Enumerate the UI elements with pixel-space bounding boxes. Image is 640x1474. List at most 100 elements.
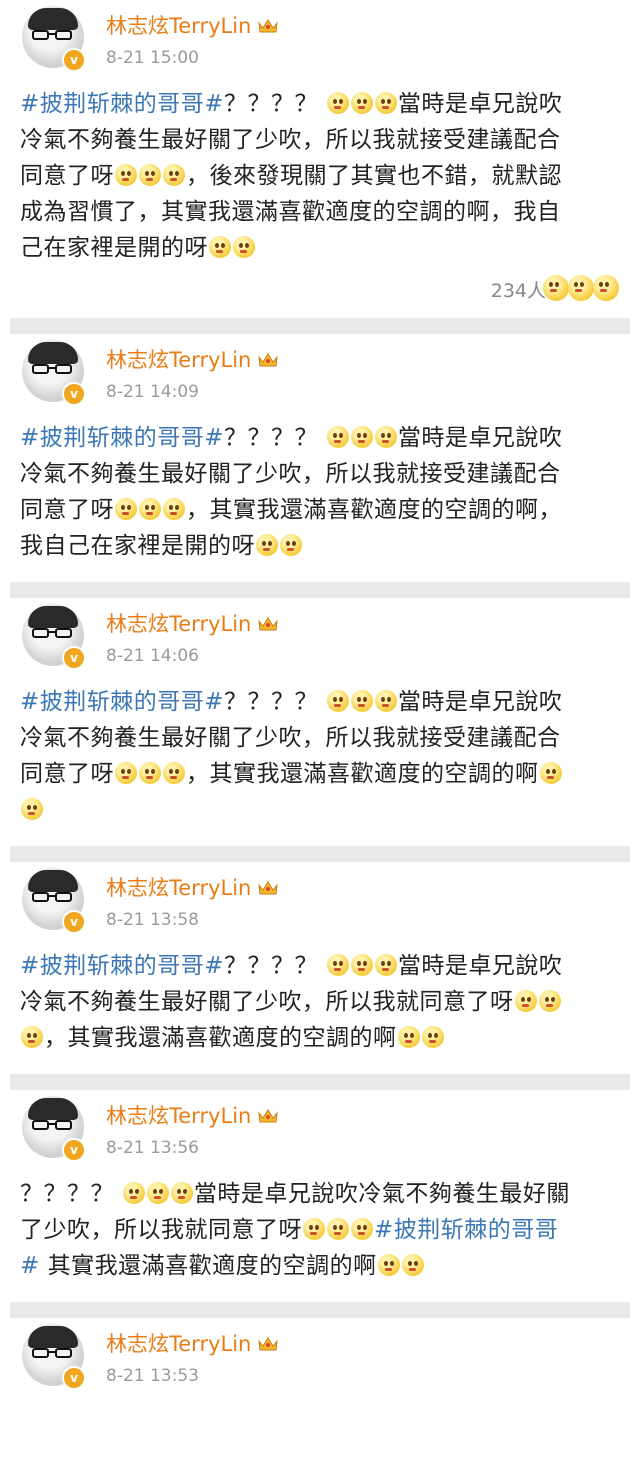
- avatar-glasses: [32, 364, 72, 374]
- thinking-emoji-icon: [539, 762, 562, 784]
- hashtag-link[interactable]: #披荆斩棘的哥哥#: [20, 91, 224, 117]
- post-bottom-space: [0, 1056, 640, 1074]
- crown-icon: [257, 350, 279, 368]
- text-line: 同意了呀 ，其實我還滿喜歡適度的空調的啊，: [20, 492, 624, 528]
- post-time: 8-21 14:06: [106, 646, 199, 666]
- avatar-hair: [28, 606, 78, 628]
- thinking-emoji-icon: [350, 690, 373, 712]
- author-name[interactable]: 林志炫TerryLin: [106, 872, 279, 902]
- author-name-text: 林志炫TerryLin: [106, 1332, 252, 1356]
- verified-badge-icon: v: [62, 646, 86, 670]
- post-header: v 林志炫TerryLin 8-21 13:53: [0, 1318, 640, 1404]
- text-segment: 當時是卓兄說吹冷氣不夠養生最好關: [193, 1181, 570, 1207]
- post-header: v 林志炫TerryLin 8-21 13:58: [0, 862, 640, 948]
- text-line: #披荆斩棘的哥哥#？？？？ 當時是卓兄說吹: [20, 948, 624, 984]
- text-line: 成為習慣了，其實我還滿喜歡適度的空調的啊，我自: [20, 194, 624, 230]
- post-text: #披荆斩棘的哥哥#？？？？ 當時是卓兄說吹冷氣不夠養生最好關了少吹，所以我就接受…: [0, 86, 640, 266]
- text-segment: 冷氣不夠養生最好關了少吹，所以我就接受建議配合: [20, 127, 561, 153]
- text-segment: ？？？？: [224, 689, 326, 715]
- reactions-bar[interactable]: 234人: [0, 266, 640, 318]
- avatar-hair: [28, 870, 78, 892]
- thinking-emoji-icon: [146, 1182, 169, 1204]
- thinking-emoji-icon: [303, 1218, 325, 1240]
- post-time: 8-21 13:58: [106, 910, 199, 930]
- text-segment: 當時是卓兄說吹: [397, 953, 563, 979]
- post-text: #披荆斩棘的哥哥#？？？？ 當時是卓兄說吹冷氣不夠養生最好關了少吹，所以我就同意…: [0, 948, 640, 1056]
- crown-icon: [257, 1334, 279, 1352]
- thinking-emoji-icon: [377, 1254, 400, 1276]
- hashtag-link[interactable]: #披荆斩棘的哥哥#: [20, 425, 224, 451]
- avatar-glasses: [32, 628, 72, 638]
- author-name-text: 林志炫TerryLin: [106, 876, 252, 900]
- avatar-glasses: [32, 30, 72, 40]
- verified-badge-icon: v: [62, 1138, 86, 1162]
- text-segment: 成為習慣了，其實我還滿喜歡適度的空調的啊，我自: [20, 199, 561, 225]
- text-segment: ？？？？: [224, 91, 326, 117]
- text-line: 同意了呀 ，其實我還滿喜歡適度的空調的啊: [20, 756, 624, 792]
- hashtag-link[interactable]: #: [20, 1253, 40, 1279]
- weibo-feed: v 林志炫TerryLin 8-21 15:00 #披荆斩棘的哥哥#？？？？ 當時是卓…: [0, 0, 640, 1404]
- text-segment: 己在家裡是開的呀: [20, 235, 208, 261]
- reaction-icons: [543, 275, 620, 301]
- thinking-emoji-icon: [209, 236, 231, 258]
- text-segment: 同意了呀: [20, 761, 114, 787]
- crown-icon: [257, 878, 279, 896]
- thinking-emoji-icon: [163, 498, 185, 520]
- avatar-hair: [28, 8, 78, 30]
- thinking-emoji-icon: [351, 1218, 373, 1240]
- thinking-emoji-icon: [115, 498, 137, 520]
- post-bottom-space: [0, 1284, 640, 1302]
- avatar-hair: [28, 1326, 78, 1348]
- text-segment: ？？？？: [20, 1181, 122, 1207]
- post-bottom-space: [0, 828, 640, 846]
- post-bottom-space: [0, 564, 640, 582]
- author-name[interactable]: 林志炫TerryLin: [106, 344, 279, 374]
- text-segment: 其實我還滿喜歡適度的空調的啊: [39, 1253, 377, 1279]
- hashtag-link[interactable]: #披荆斩棘的哥哥#: [20, 689, 224, 715]
- author-name-text: 林志炫TerryLin: [106, 1104, 252, 1128]
- post-time: 8-21 13:56: [106, 1138, 199, 1158]
- text-line: 同意了呀 ，後來發現關了其實也不錯，就默認: [20, 158, 624, 194]
- hashtag-link[interactable]: #披荆斩棘的哥哥: [374, 1217, 558, 1243]
- text-line: 冷氣不夠養生最好關了少吹，所以我就接受建議配合: [20, 720, 624, 756]
- surprised-emoji-icon: [543, 275, 569, 301]
- text-line: 冷氣不夠養生最好關了少吹，所以我就接受建議配合: [20, 456, 624, 492]
- text-segment: ，其實我還滿喜歡適度的空調的啊: [186, 761, 539, 787]
- thinking-emoji-icon: [139, 762, 161, 784]
- grin-emoji-icon: [593, 275, 619, 301]
- post-time: 8-21 13:53: [106, 1366, 199, 1386]
- thinking-emoji-icon: [401, 1254, 424, 1276]
- thinking-emoji-icon: [115, 762, 137, 784]
- thinking-emoji-icon: [326, 690, 349, 712]
- text-line: 了少吹，所以我就同意了呀 #披荆斩棘的哥哥: [20, 1212, 624, 1248]
- post-text: ？？？？ 當時是卓兄說吹冷氣不夠養生最好關了少吹，所以我就同意了呀 #披荆斩棘的哥…: [0, 1176, 640, 1284]
- text-segment: 冷氣不夠養生最好關了少吹，所以我就接受建議配合: [20, 725, 561, 751]
- post-separator: [10, 1074, 630, 1090]
- author-name[interactable]: 林志炫TerryLin: [106, 1100, 279, 1130]
- hashtag-link[interactable]: #披荆斩棘的哥哥#: [20, 953, 224, 979]
- text-segment: 當時是卓兄說吹: [397, 425, 563, 451]
- author-name[interactable]: 林志炫TerryLin: [106, 1328, 279, 1358]
- text-line: #披荆斩棘的哥哥#？？？？ 當時是卓兄說吹: [20, 86, 624, 122]
- thinking-emoji-icon: [139, 498, 161, 520]
- verified-badge-icon: v: [62, 48, 86, 72]
- text-segment: 我自己在家裡是開的呀: [20, 533, 255, 559]
- post-time: 8-21 15:00: [106, 48, 199, 68]
- text-line: #披荆斩棘的哥哥#？？？？ 當時是卓兄說吹: [20, 420, 624, 456]
- thinking-emoji-icon: [21, 798, 43, 820]
- text-line: #披荆斩棘的哥哥#？？？？ 當時是卓兄說吹: [20, 684, 624, 720]
- thinking-emoji-icon: [397, 1026, 420, 1048]
- verified-badge-icon: v: [62, 910, 86, 934]
- text-segment: 冷氣不夠養生最好關了少吹，所以我就接受建議配合: [20, 461, 561, 487]
- author-name[interactable]: 林志炫TerryLin: [106, 10, 279, 40]
- text-segment: ，後來發現關了其實也不錯，就默認: [186, 163, 562, 189]
- text-segment: 冷氣不夠養生最好關了少吹，所以我就同意了呀: [20, 989, 514, 1015]
- thinking-emoji-icon: [280, 534, 302, 556]
- author-name-text: 林志炫TerryLin: [106, 348, 252, 372]
- post-text: #披荆斩棘的哥哥#？？？？ 當時是卓兄說吹冷氣不夠養生最好關了少吹，所以我就接受…: [0, 420, 640, 564]
- weibo-post: v 林志炫TerryLin 8-21 14:06 #披荆斩棘的哥哥#？？？？ 當時是卓…: [0, 598, 640, 846]
- text-line: 我自己在家裡是開的呀: [20, 528, 624, 564]
- post-header: v 林志炫TerryLin 8-21 15:00: [0, 0, 640, 86]
- author-name[interactable]: 林志炫TerryLin: [106, 608, 279, 638]
- post-separator: [10, 318, 630, 334]
